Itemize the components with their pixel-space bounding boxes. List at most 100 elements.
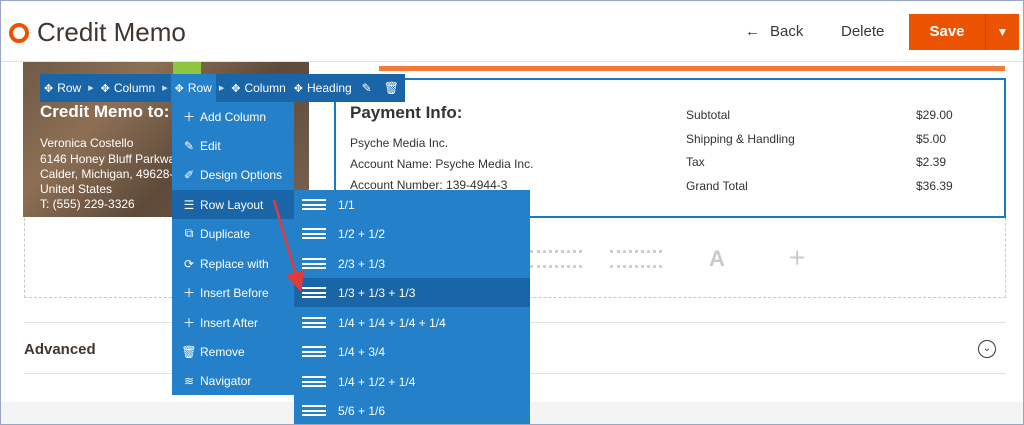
chevron-down-icon[interactable]: ⌄ — [978, 340, 996, 358]
breadcrumb-label: Column — [244, 81, 286, 95]
menu-item-edit[interactable]: ✎ Edit — [172, 131, 294, 160]
duplicate-icon: ⧉ — [184, 226, 194, 240]
orange-divider — [379, 66, 1005, 71]
total-label: Subtotal — [686, 108, 731, 122]
move-arrows-icon: ✥ — [100, 82, 110, 95]
payment-line: Account Name: Psyche Media Inc. — [350, 157, 534, 171]
layout-option-label: 1/2 + 1/2 — [338, 226, 386, 241]
refresh-icon: ⟳ — [183, 256, 195, 271]
memo-address-line: 6146 Honey Bluff Parkway — [40, 152, 182, 166]
menu-item-label: Design Options — [200, 167, 283, 182]
save-options-caret-icon[interactable]: ▼ — [985, 14, 1019, 50]
page-title: Credit Memo — [37, 17, 186, 47]
layout-option[interactable]: 1/2 + 1/2 — [294, 219, 530, 248]
layout-option[interactable]: 2/3 + 1/3 — [294, 249, 530, 278]
layout-option[interactable]: 1/4 + 1/4 + 1/4 + 1/4 — [294, 308, 530, 337]
row-layout-submenu: 1/1 1/2 + 1/2 2/3 + 1/3 1/3 + 1/3 + 1/3 … — [294, 190, 530, 425]
grid-placeholder-icon[interactable] — [610, 250, 662, 268]
payment-title: Payment Info: — [350, 103, 463, 122]
arrow-left-icon: ← — [745, 23, 760, 40]
menu-item-insert-after[interactable]: ＋ Insert After — [172, 308, 294, 337]
breadcrumb-column[interactable]: ✥ Column — [97, 74, 160, 102]
plus-icon: ＋ — [182, 316, 195, 330]
layout-option-highlighted[interactable]: 1/3 + 1/3 + 1/3 — [294, 278, 530, 307]
breadcrumb-heading[interactable]: ✥ Heading — [290, 74, 356, 102]
back-button-label: Back — [770, 23, 804, 40]
back-button[interactable]: ← Back — [745, 23, 803, 40]
text-element-icon[interactable]: A — [709, 246, 725, 272]
pencil-icon: ✎ — [183, 138, 195, 153]
menu-item-navigator[interactable]: ≋ Navigator — [172, 366, 294, 395]
layout-option[interactable]: 1/4 + 3/4 — [294, 337, 530, 366]
layout-option-label: 2/3 + 1/3 — [338, 256, 386, 271]
move-arrows-icon: ✥ — [174, 82, 184, 95]
breadcrumb-label: Row — [187, 81, 212, 95]
menu-item-label: Insert Before — [200, 285, 269, 300]
layout-option-label: 5/6 + 1/6 — [338, 403, 386, 418]
stack-icon: ≋ — [183, 373, 195, 388]
memo-address-line: Calder, Michigan, 49628- — [40, 167, 174, 181]
brush-icon: ✐ — [183, 167, 195, 182]
caret-right-icon: ▶ — [218, 85, 225, 92]
move-arrows-icon: ✥ — [231, 82, 241, 95]
magento-logo-icon — [9, 23, 29, 43]
layout-option-label: 1/1 — [338, 197, 355, 212]
total-label: Shipping & Handling — [686, 132, 795, 146]
breadcrumb-row[interactable]: ✥ Row — [40, 74, 85, 102]
total-label: Tax — [686, 155, 705, 169]
grid-placeholder-icon[interactable] — [530, 250, 582, 268]
memo-heading: Credit Memo to: — [40, 102, 170, 121]
total-value: $36.39 — [916, 179, 953, 193]
layout-option-label: 1/4 + 3/4 — [338, 344, 386, 359]
layout-icon — [302, 376, 326, 387]
row-layout-icon: ☰ — [183, 197, 195, 212]
annotation-arrow — [272, 199, 305, 292]
delete-button[interactable]: Delete — [841, 23, 884, 40]
menu-item-label: Add Column — [200, 109, 267, 124]
menu-item-remove[interactable]: 🗑 Remove — [172, 337, 294, 366]
move-arrows-icon: ✥ — [44, 82, 54, 95]
total-label: Grand Total — [686, 179, 748, 193]
payment-line: Psyche Media Inc. — [350, 136, 449, 150]
plus-icon: ＋ — [182, 286, 195, 300]
breadcrumb-row-active[interactable]: ✥ Row — [170, 74, 216, 102]
layout-icon — [302, 317, 326, 328]
menu-item-label: Row Layout — [200, 197, 264, 212]
breadcrumb-label: Column — [113, 81, 156, 95]
trash-icon[interactable]: 🗑 — [378, 81, 405, 95]
layout-option[interactable]: 1/4 + 1/2 + 1/4 — [294, 367, 530, 396]
layout-icon — [302, 346, 326, 357]
menu-item-label: Remove — [200, 344, 245, 359]
layout-icon — [302, 405, 326, 416]
menu-item-label: Duplicate — [200, 226, 251, 241]
element-breadcrumb-toolbar: ✥ Row ▶ ✥ Column ▶ ✥ Row ▶ ✥ Column ✥ Heading… — [40, 74, 406, 102]
save-button[interactable]: Save — [909, 14, 985, 50]
add-element-plus-icon[interactable]: + — [789, 242, 805, 274]
menu-item-add-column[interactable]: ＋ Add Column — [172, 102, 294, 131]
layout-option[interactable]: 5/6 + 1/6 — [294, 396, 530, 425]
pencil-icon[interactable]: ✎ — [356, 81, 378, 95]
memo-address-line: Veronica Costello — [40, 136, 134, 150]
layout-option[interactable]: 1/1 — [294, 190, 530, 219]
total-value: $29.00 — [916, 108, 953, 122]
page-header: Credit Memo ← Back Delete Save ▼ — [1, 1, 1023, 62]
memo-address-line: United States — [40, 182, 113, 196]
layout-option-label: 1/3 + 1/3 + 1/3 — [338, 285, 416, 300]
memo-address-line: T: (555) 229-3326 — [40, 197, 135, 211]
layout-option-label: 1/4 + 1/2 + 1/4 — [338, 374, 416, 389]
trash-icon: 🗑 — [181, 344, 197, 359]
breadcrumb-label: Heading — [307, 81, 352, 95]
menu-item-label: Navigator — [200, 373, 252, 388]
caret-right-icon: ▶ — [162, 85, 168, 92]
menu-item-label: Insert After — [200, 315, 259, 330]
layout-option-label: 1/4 + 1/4 + 1/4 + 1/4 — [338, 315, 446, 330]
caret-right-icon: ▶ — [88, 85, 94, 92]
move-arrows-icon: ✥ — [293, 82, 304, 95]
breadcrumb-column[interactable]: ✥ Column — [227, 74, 290, 102]
menu-item-design-options[interactable]: ✐ Design Options — [172, 160, 294, 189]
menu-item-label: Replace with — [200, 256, 269, 271]
breadcrumb-label: Row — [57, 81, 82, 95]
total-value: $5.00 — [916, 132, 947, 146]
menu-item-label: Edit — [200, 138, 221, 153]
total-value: $2.39 — [916, 155, 947, 169]
